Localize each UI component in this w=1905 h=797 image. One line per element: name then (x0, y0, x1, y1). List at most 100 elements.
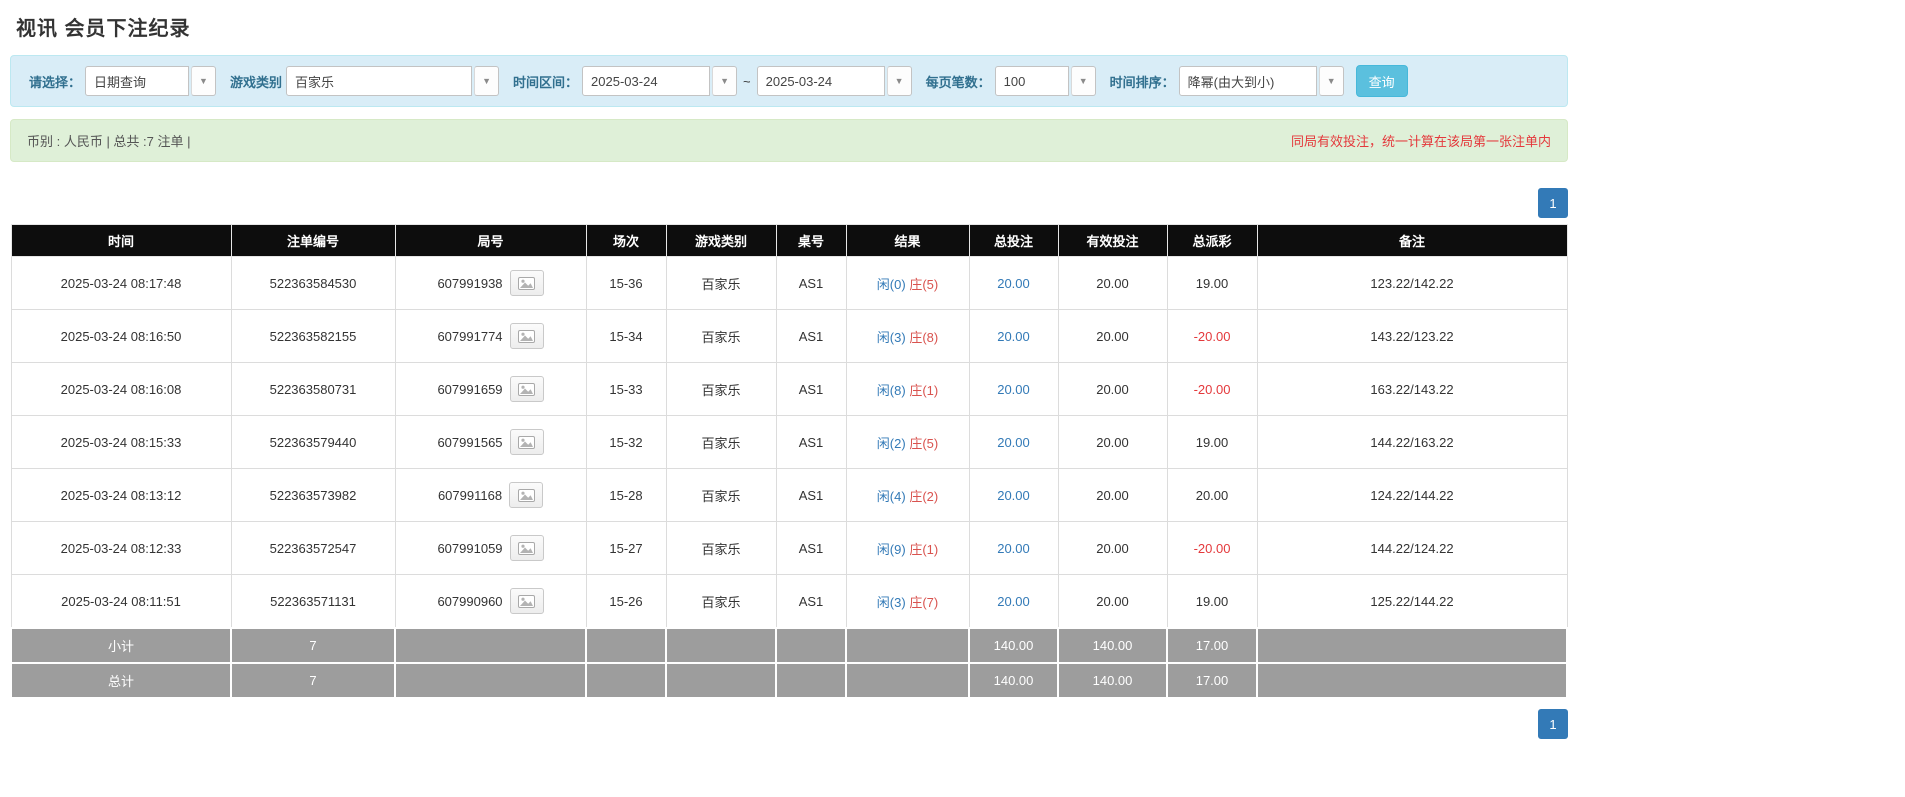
result-player: 闲(3) (876, 594, 906, 610)
cell-valid-bet: 20.00 (1057, 256, 1168, 310)
cell-valid-bet: 20.00 (1057, 468, 1168, 522)
round-media-button[interactable] (509, 482, 544, 508)
date-to-input[interactable] (756, 66, 885, 96)
cell-session: 15-27 (585, 521, 667, 575)
cell-result: 闲(9) 庄(1) (845, 521, 970, 575)
empty-cell (775, 662, 847, 699)
round-media-button[interactable] (509, 429, 544, 455)
page-title: 视讯 会员下注纪录 (16, 18, 191, 40)
column-header: 桌号 (775, 224, 847, 257)
cell-remark: 144.22/124.22 (1256, 521, 1568, 575)
cell-time: 2025-03-24 08:17:48 (10, 256, 232, 310)
search-button[interactable]: 查询 (1355, 65, 1408, 97)
cell-bet-id: 522363580731 (230, 362, 396, 416)
cell-total-bet[interactable]: 20.00 (968, 309, 1059, 363)
cell-game-type: 百家乐 (665, 415, 777, 469)
page-number-button[interactable]: 1 (1538, 188, 1568, 218)
cell-round-id: 607991938 (394, 256, 587, 310)
empty-cell (1256, 662, 1568, 699)
cell-total-bet[interactable]: 20.00 (968, 256, 1059, 310)
round-media-icon (518, 541, 536, 555)
chevron-down-icon[interactable]: ▼ (1070, 66, 1096, 96)
cell-bet-id: 522363572547 (230, 521, 396, 575)
cell-bet-id: 522363573982 (230, 468, 396, 522)
cell-remark: 123.22/142.22 (1256, 256, 1568, 310)
column-header: 总派彩 (1166, 224, 1258, 257)
date-to-combo: ▼ (756, 66, 912, 96)
chevron-down-icon[interactable]: ▼ (1318, 66, 1344, 96)
page-size-input[interactable] (994, 66, 1069, 96)
chevron-down-icon[interactable]: ▼ (712, 66, 738, 96)
result-player: 闲(3) (876, 329, 906, 345)
cell-payout: -20.00 (1166, 521, 1258, 575)
cell-result: 闲(4) 庄(2) (845, 468, 970, 522)
cell-remark: 143.22/123.22 (1256, 309, 1568, 363)
cell-table-no: AS1 (775, 468, 847, 522)
time-range-label: 时间区间： (513, 74, 579, 90)
time-sort-input[interactable] (1178, 66, 1317, 96)
cell-time: 2025-03-24 08:13:12 (10, 468, 232, 522)
select-type-input[interactable] (85, 66, 190, 96)
cell-total-bet[interactable]: 20.00 (968, 415, 1059, 469)
chevron-down-icon[interactable]: ▼ (474, 66, 500, 96)
cell-remark: 124.22/144.22 (1256, 468, 1568, 522)
result-banker: 庄(5) (909, 276, 939, 292)
cell-total-bet[interactable]: 20.00 (968, 521, 1059, 575)
chevron-down-icon[interactable]: ▼ (886, 66, 912, 96)
cell-result: 闲(3) 庄(8) (845, 309, 970, 363)
page-size-combo: ▼ (994, 66, 1096, 96)
cell-time: 2025-03-24 08:11:51 (10, 574, 232, 629)
round-id-text: 607991168 (437, 487, 503, 503)
table-row: 2025-03-24 08:17:48 522363584530 6079919… (10, 256, 1568, 310)
grand-total-valid-bet: 140.00 (1057, 662, 1168, 699)
column-header: 场次 (585, 224, 667, 257)
date-from-input[interactable] (582, 66, 711, 96)
column-header: 注单编号 (230, 224, 396, 257)
cell-time: 2025-03-24 08:15:33 (10, 415, 232, 469)
subtotal-total-bet: 140.00 (968, 627, 1059, 664)
round-media-icon (518, 382, 536, 396)
subtotal-row: 小计 7 140.00 140.00 17.00 (10, 627, 1568, 664)
cell-table-no: AS1 (775, 574, 847, 629)
valid-bet-notice-text: 同局有效投注，统一计算在该局第一张注单内 (1290, 134, 1551, 149)
pagination-top: 1 (10, 188, 1568, 218)
cell-valid-bet: 20.00 (1057, 521, 1168, 575)
round-id-text: 607991774 (437, 328, 503, 344)
cell-session: 15-36 (585, 256, 667, 310)
empty-cell (394, 662, 587, 699)
round-media-button[interactable] (509, 270, 544, 296)
pagination-bottom: 1 (10, 709, 1568, 739)
result-player: 闲(2) (876, 435, 906, 451)
table-row: 2025-03-24 08:15:33 522363579440 6079915… (10, 415, 1568, 469)
cell-bet-id: 522363582155 (230, 309, 396, 363)
empty-cell (665, 662, 777, 699)
table-totals: 小计 7 140.00 140.00 17.00 总计 7 140.00 140… (10, 627, 1568, 699)
empty-cell (585, 662, 667, 699)
page-number-button[interactable]: 1 (1538, 709, 1568, 739)
game-type-input[interactable] (286, 66, 473, 96)
cell-round-id: 607991565 (394, 415, 587, 469)
result-player: 闲(8) (876, 382, 906, 398)
date-range-separator: ~ (743, 73, 751, 89)
cell-total-bet[interactable]: 20.00 (968, 468, 1059, 522)
cell-game-type: 百家乐 (665, 574, 777, 629)
cell-total-bet[interactable]: 20.00 (968, 362, 1059, 416)
subtotal-valid-bet: 140.00 (1057, 627, 1168, 664)
cell-round-id: 607990960 (394, 574, 587, 629)
chevron-down-icon[interactable]: ▼ (191, 66, 217, 96)
round-media-button[interactable] (509, 376, 544, 402)
table-row: 2025-03-24 08:16:50 522363582155 6079917… (10, 309, 1568, 363)
cell-remark: 163.22/143.22 (1256, 362, 1568, 416)
cell-bet-id: 522363571131 (230, 574, 396, 629)
time-sort-combo: ▼ (1178, 66, 1344, 96)
cell-valid-bet: 20.00 (1057, 415, 1168, 469)
cell-round-id: 607991774 (394, 309, 587, 363)
cell-table-no: AS1 (775, 256, 847, 310)
round-media-button[interactable] (509, 535, 544, 561)
round-media-button[interactable] (509, 323, 544, 349)
column-header: 局号 (394, 224, 587, 257)
result-banker: 庄(7) (909, 594, 939, 610)
round-media-button[interactable] (509, 588, 544, 614)
cell-total-bet[interactable]: 20.00 (968, 574, 1059, 629)
cell-payout: -20.00 (1166, 362, 1258, 416)
